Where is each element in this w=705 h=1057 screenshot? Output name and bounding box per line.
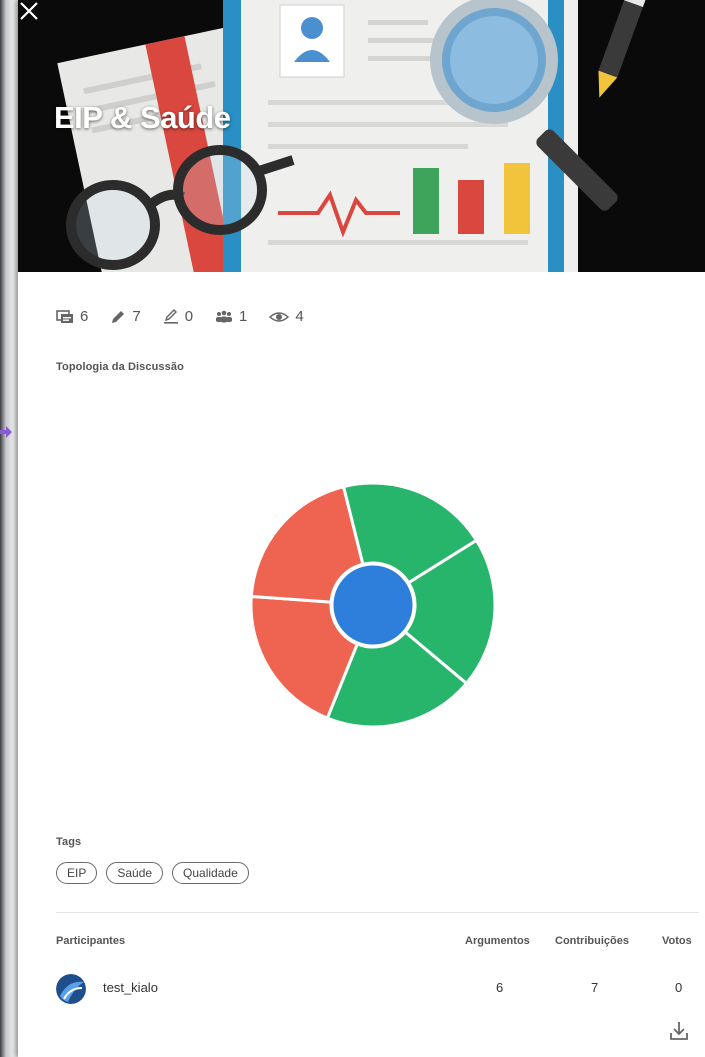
avatar [56, 974, 86, 1004]
participant-votes: 0 [675, 980, 683, 995]
comments-icon [56, 309, 73, 323]
kialo-logo-icon [56, 974, 86, 1004]
discussion-title: EIP & Saúde [54, 100, 231, 135]
stat-contributions-value: 7 [132, 308, 141, 325]
page-backdrop [0, 0, 18, 1057]
stat-edits: 0 [163, 308, 193, 325]
stat-arguments: 6 [56, 308, 88, 325]
hero-illustration [57, 0, 650, 272]
pencil-icon [112, 310, 125, 323]
column-votes: Votos [662, 935, 692, 947]
discussion-info-panel: EIP & Saúde 6 7 0 1 4 Topologia da Discu… [18, 0, 705, 1057]
arrow-icon [0, 426, 12, 438]
discussion-stats: 6 7 0 1 4 [56, 308, 326, 325]
people-icon [216, 310, 233, 322]
download-icon[interactable] [668, 1020, 690, 1042]
hero-banner: EIP & Saúde [18, 0, 705, 272]
participant-name[interactable]: test_kialo [103, 980, 158, 995]
participants-label: Participantes [56, 935, 126, 947]
topology-label: Topologia da Discussão [56, 361, 184, 373]
stat-views-value: 4 [295, 308, 304, 325]
topology-chart [248, 480, 498, 730]
edit-icon [163, 308, 178, 324]
tag-qualidade[interactable]: Qualidade [172, 862, 249, 884]
eye-icon [269, 311, 290, 322]
stat-arguments-value: 6 [80, 308, 89, 325]
topology-thesis[interactable] [330, 562, 416, 648]
column-arguments: Argumentos [465, 935, 530, 947]
divider [56, 912, 699, 913]
tags-label: Tags [56, 836, 82, 848]
tag-saude[interactable]: Saúde [106, 862, 164, 884]
stat-participants: 1 [215, 308, 247, 325]
stat-contributions: 7 [110, 308, 141, 325]
column-contributions: Contribuições [555, 935, 629, 947]
participant-contributions: 7 [591, 980, 599, 995]
tag-eip[interactable]: EIP [56, 862, 98, 884]
close-icon[interactable] [18, 0, 40, 22]
tag-list: EIP Saúde Qualidade [56, 862, 258, 884]
topology-sunburst [249, 481, 497, 729]
stat-views: 4 [269, 308, 304, 325]
participant-row[interactable]: test_kialo 6 7 0 [56, 972, 696, 1006]
stat-edits-value: 0 [184, 308, 194, 325]
participant-arguments: 6 [496, 980, 504, 995]
stat-participants-value: 1 [239, 308, 248, 325]
